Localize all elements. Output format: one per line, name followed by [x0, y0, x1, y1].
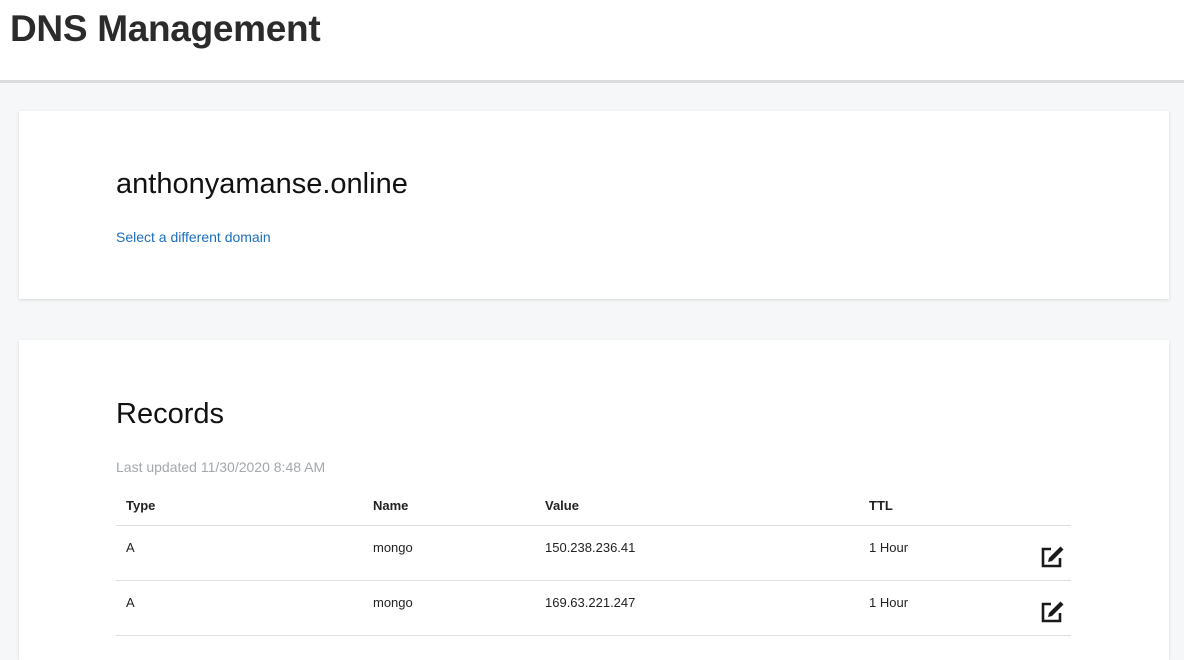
page-header: DNS Management: [0, 0, 1184, 83]
edit-icon: [1039, 599, 1065, 625]
records-card: Records Last updated 11/30/2020 8:48 AM …: [19, 340, 1169, 660]
select-different-domain-link[interactable]: Select a different domain: [116, 228, 271, 246]
record-type: A: [116, 580, 363, 636]
record-actions: [1019, 525, 1071, 581]
record-name: mongo: [363, 580, 535, 636]
record-actions: [1019, 580, 1071, 636]
column-header-value[interactable]: Value: [535, 485, 859, 526]
table-row: A mongo 150.238.236.41 1 Hour: [116, 525, 1071, 581]
edit-record-button[interactable]: [1039, 599, 1065, 625]
column-header-ttl[interactable]: TTL: [859, 485, 1019, 526]
records-title: Records: [116, 398, 224, 430]
page-title: DNS Management: [10, 8, 321, 49]
records-table: Type Name Value TTL A mongo 150.238.236.…: [116, 485, 1071, 636]
last-updated-text: Last updated 11/30/2020 8:48 AM: [116, 459, 326, 475]
record-value: 150.238.236.41: [535, 525, 859, 581]
record-value: 169.63.221.247: [535, 580, 859, 636]
edit-icon: [1039, 544, 1065, 570]
table-header-row: Type Name Value TTL: [116, 485, 1071, 526]
table-row: A mongo 169.63.221.247 1 Hour: [116, 580, 1071, 636]
column-header-name[interactable]: Name: [363, 485, 535, 526]
record-name: mongo: [363, 525, 535, 581]
domain-card: anthonyamanse.online Select a different …: [19, 111, 1169, 299]
record-ttl: 1 Hour: [859, 580, 1019, 636]
record-ttl: 1 Hour: [859, 525, 1019, 581]
domain-name: anthonyamanse.online: [116, 168, 408, 200]
record-type: A: [116, 525, 363, 581]
column-header-actions: [1019, 485, 1071, 526]
column-header-type[interactable]: Type: [116, 485, 363, 526]
edit-record-button[interactable]: [1039, 544, 1065, 570]
